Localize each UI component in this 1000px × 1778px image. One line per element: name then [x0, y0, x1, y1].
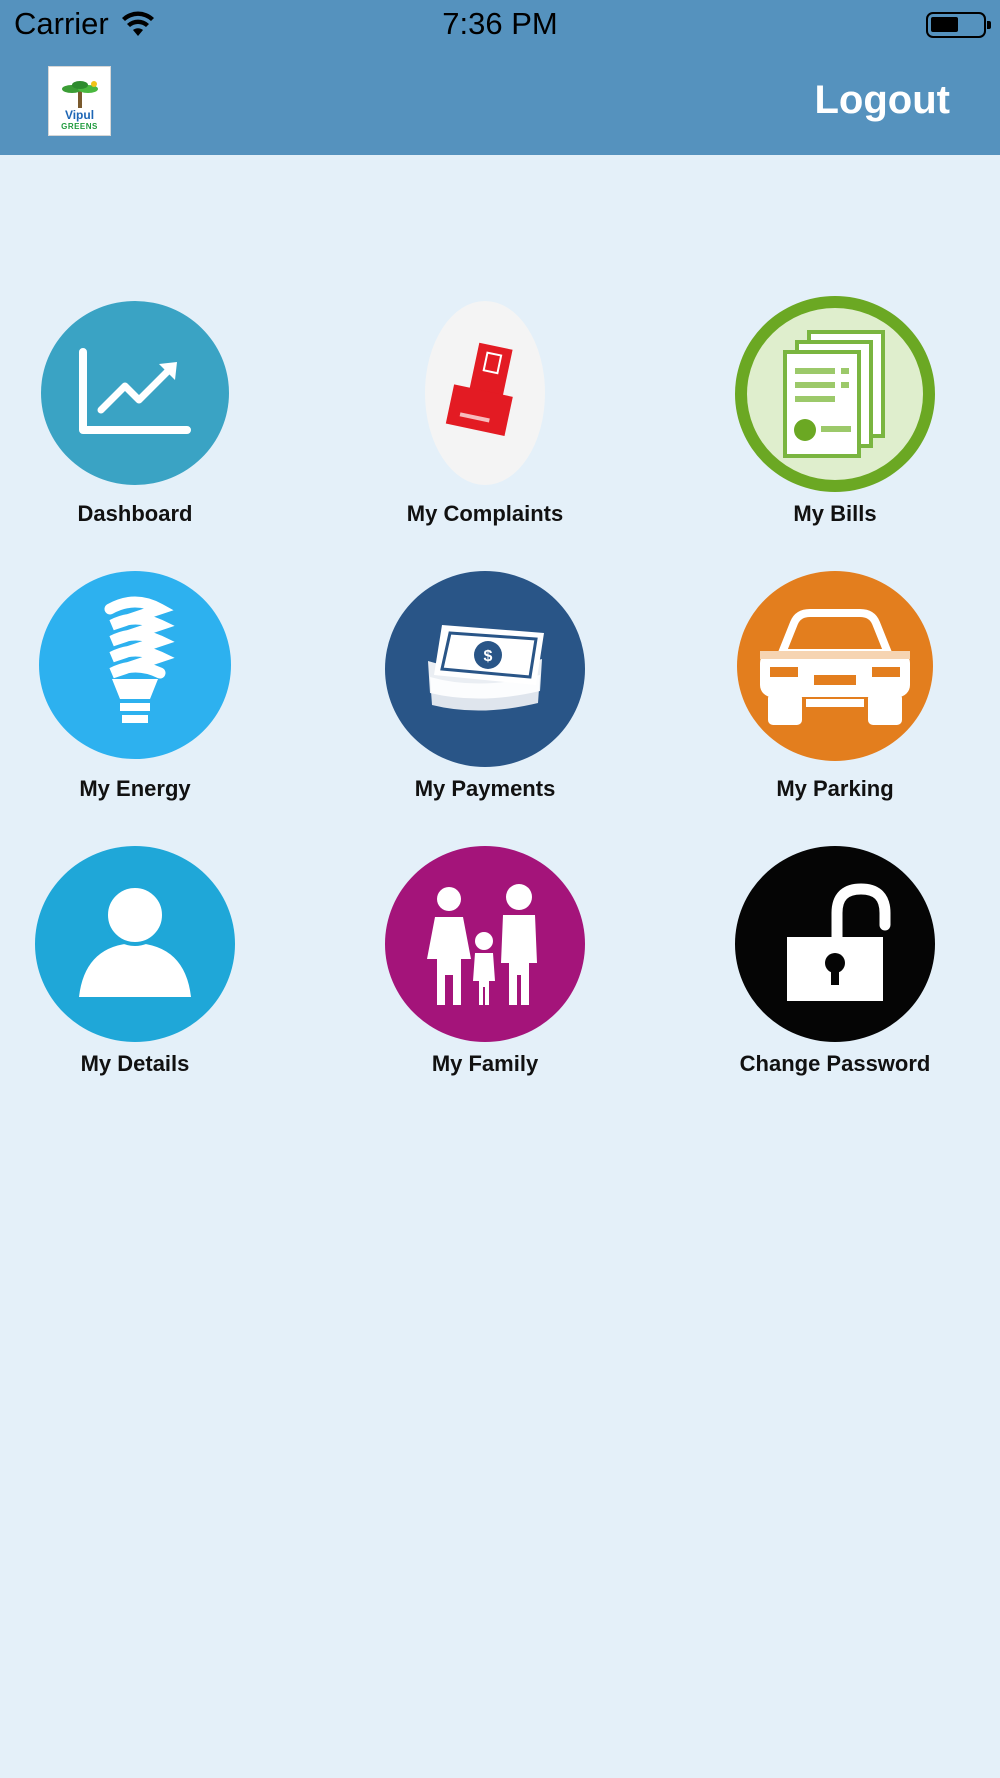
- tile-label: My Bills: [793, 501, 877, 526]
- tile-label: My Payments: [414, 776, 556, 801]
- light-bulb-icon: [104, 596, 175, 723]
- car-icon: [760, 609, 910, 725]
- logo-subtext: GREENS: [61, 122, 98, 131]
- bill-document-icon: [783, 330, 885, 458]
- tile-label: Dashboard: [77, 501, 193, 526]
- chart-trend-icon: [79, 348, 191, 434]
- money-icon: $: [428, 625, 544, 711]
- padlock-icon: [787, 883, 891, 1001]
- bills-icon-circle: [735, 296, 935, 492]
- svg-text:$: $: [484, 648, 493, 665]
- parking-icon-circle: [737, 571, 933, 761]
- tile-my-complaints[interactable]: My Complaints: [355, 296, 615, 546]
- tile-my-family[interactable]: My Family: [355, 846, 615, 1096]
- details-icon-circle: [35, 846, 235, 1042]
- tile-label: My Complaints: [406, 501, 564, 526]
- tile-label: Change Password: [739, 1051, 931, 1076]
- app-logo: Vipul GREENS: [48, 66, 111, 136]
- energy-icon-circle: [39, 571, 231, 759]
- tile-label: My Family: [431, 1051, 539, 1076]
- tile-label: My Energy: [79, 776, 191, 801]
- tile-dashboard[interactable]: Dashboard: [5, 296, 265, 546]
- tile-my-parking[interactable]: My Parking: [705, 571, 965, 821]
- status-time: 7:36 PM: [442, 6, 558, 41]
- payments-icon-circle: $: [385, 571, 585, 767]
- tile-change-password[interactable]: Change Password: [705, 846, 965, 1096]
- logout-button[interactable]: Logout: [815, 78, 951, 123]
- tile-my-details[interactable]: My Details: [5, 846, 265, 1096]
- tile-label: My Parking: [776, 776, 894, 801]
- tile-label: My Details: [80, 1051, 190, 1076]
- battery-icon: [926, 12, 991, 38]
- family-icon: [427, 884, 537, 1005]
- tile-my-bills[interactable]: My Bills: [705, 296, 965, 546]
- dashboard-icon-circle: [41, 301, 229, 485]
- complaint-card-icon: [445, 342, 513, 436]
- palm-tree-icon: [61, 81, 98, 108]
- family-icon-circle: [385, 846, 585, 1042]
- logo-text: Vipul: [64, 108, 95, 122]
- tile-my-energy[interactable]: My Energy: [5, 571, 265, 821]
- password-icon-circle: [735, 846, 935, 1042]
- tile-my-payments[interactable]: $ My Payments: [355, 571, 615, 821]
- complaints-icon-circle: [425, 301, 545, 485]
- user-icon: [79, 884, 191, 997]
